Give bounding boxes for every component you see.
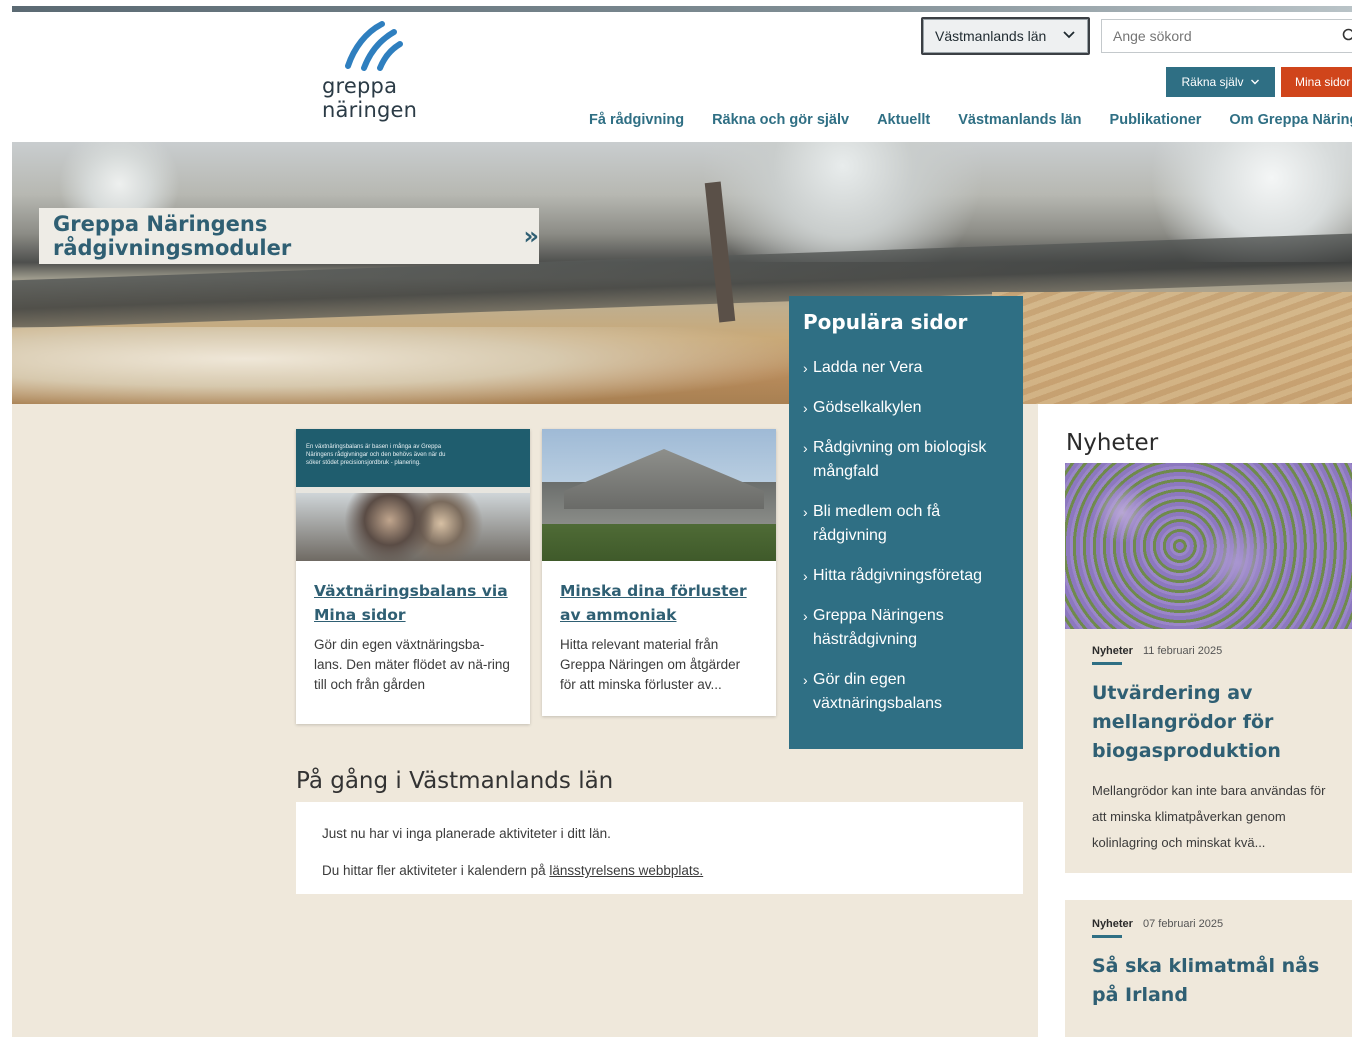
hero-modules-button[interactable]: Greppa Näringens rådgivningsmoduler »: [39, 208, 539, 264]
mina-sidor-label: Mina sidor: [1295, 75, 1351, 89]
card-title[interactable]: Minska dina förluster av ammoniak: [560, 579, 758, 627]
popular-pages-panel: Populära sidor › Ladda ner Vera › Gödselka…: [789, 296, 1023, 749]
popular-item[interactable]: › Ladda ner Vera: [803, 356, 1009, 380]
popular-item-label: Bli medlem och få rådgivning: [813, 503, 941, 544]
pagang-text-link-row: Du hittar fler aktiviteter i kalendern p…: [322, 863, 1023, 878]
card-image-caption: En växtnäringsbalans är basen i många av…: [306, 444, 446, 466]
nav-vastmanlands-lan[interactable]: Västmanlands län: [958, 112, 1081, 128]
news-date: 11 februari 2025: [1142, 645, 1223, 657]
rakna-sjalv-button[interactable]: Räkna själv: [1166, 67, 1275, 97]
arrow-right-icon: ›: [803, 568, 808, 584]
logo-text: greppa näringen: [322, 74, 418, 122]
arrow-right-icon: ›: [803, 504, 808, 520]
popular-item-label: Greppa Näringens hästrådgivning: [813, 607, 944, 648]
card-image-roof: [564, 449, 764, 509]
news-meta-bar: [1092, 935, 1122, 938]
news-item[interactable]: Nyheter 07 februari 2025 Så ska klimatmål…: [1065, 900, 1352, 1037]
county-select[interactable]: Västmanlands län: [921, 17, 1090, 55]
site-logo[interactable]: greppa näringen: [318, 18, 488, 122]
news-headline[interactable]: Utvärdering av mellangrödor för biogaspr…: [1092, 679, 1342, 766]
news-category: Nyheter: [1092, 645, 1133, 657]
card-image: En växtnäringsbalans är basen i många av…: [296, 429, 530, 561]
main-nav: Få rådgivning Räkna och gör själv Aktuel…: [589, 112, 1352, 128]
hero-image: [12, 142, 1352, 404]
logo-mark-icon: [345, 21, 403, 71]
hero-modules-label: Greppa Näringens rådgivningsmoduler: [53, 212, 292, 260]
card-title[interactable]: Växtnäringsbalans via Mina sidor: [314, 579, 512, 627]
arrow-right-icon: ›: [803, 400, 808, 416]
card-image: [542, 429, 776, 561]
news-meta: Nyheter 07 februari 2025: [1092, 918, 1352, 930]
chevron-down-icon: [1063, 31, 1075, 39]
search-icon[interactable]: [1342, 28, 1352, 44]
popular-item-label: Gödselkalkylen: [813, 399, 922, 416]
card-ammoniak[interactable]: Minska dina förluster av ammoniak Hitta …: [542, 429, 776, 716]
search-box[interactable]: [1101, 19, 1352, 53]
chevron-down-icon: [1250, 79, 1259, 85]
arrow-right-icon: ›: [803, 360, 808, 376]
card-image-people: [296, 493, 530, 561]
pagang-title: På gång i Västmanlands län: [296, 768, 614, 794]
lansstyrelsen-link[interactable]: länsstyrelsens webbplats.: [549, 863, 703, 878]
news-title: Nyheter: [1066, 430, 1159, 456]
hero-frost-grass: [12, 327, 792, 404]
pagang-text-prefix: Du hittar fler aktiviteter i kalendern p…: [322, 863, 550, 878]
news-image[interactable]: [1065, 463, 1352, 629]
news-category: Nyheter: [1092, 918, 1133, 930]
nav-aktuellt[interactable]: Aktuellt: [877, 112, 930, 128]
arrow-right-icon: ›: [803, 440, 808, 456]
popular-item[interactable]: › Gödselkalkylen: [803, 396, 1009, 420]
double-chevron-right-icon: »: [523, 222, 539, 250]
hero-stubble-field: [992, 292, 1352, 404]
popular-item-label: Hitta rådgivningsföretag: [813, 567, 982, 584]
county-select-value: Västmanlands län: [935, 28, 1047, 44]
nav-fa-radgivning[interactable]: Få rådgivning: [589, 112, 684, 128]
search-input[interactable]: [1113, 28, 1323, 44]
popular-item[interactable]: › Hitta rådgivningsföretag: [803, 564, 1009, 588]
pagang-text: Just nu har vi inga planerade aktivitete…: [322, 826, 611, 841]
news-meta: Nyheter 11 februari 2025: [1092, 645, 1352, 657]
popular-pages-title: Populära sidor: [803, 310, 968, 334]
popular-item-label: Gör din egen växtnäringsbalans: [813, 671, 942, 712]
rakna-sjalv-label: Räkna själv: [1181, 75, 1244, 89]
news-date: 07 februari 2025: [1142, 918, 1224, 930]
card-vaxtnaringsbalans[interactable]: En växtnäringsbalans är basen i många av…: [296, 429, 530, 724]
news-excerpt: Mellangrödor kan inte bara användas för …: [1092, 783, 1326, 850]
arrow-right-icon: ›: [803, 672, 808, 688]
nav-publikationer[interactable]: Publikationer: [1110, 112, 1202, 128]
news-item[interactable]: Nyheter 11 februari 2025 Utvärdering av m…: [1065, 629, 1352, 873]
popular-item[interactable]: › Greppa Näringens hästrådgivning: [803, 604, 1009, 652]
news-headline[interactable]: Så ska klimatmål nås på Irland: [1092, 952, 1342, 1010]
popular-item[interactable]: › Gör din egen växtnäringsbalans: [803, 668, 1009, 716]
popular-item[interactable]: › Bli medlem och få rådgivning: [803, 500, 1009, 548]
arrow-right-icon: ›: [803, 608, 808, 624]
card-text: Gör din egen växtnäringsba-lans. Den mät…: [314, 637, 510, 692]
pagang-box: Just nu har vi inga planerade aktivitete…: [296, 802, 1023, 894]
popular-item-label: Ladda ner Vera: [813, 359, 923, 376]
news-meta-bar: [1092, 662, 1122, 665]
nav-om-greppa-naringen[interactable]: Om Greppa Näringen: [1229, 112, 1352, 128]
popular-item-label: Rådgivning om biologisk mångfald: [813, 439, 987, 480]
top-accent-bar: [12, 6, 1352, 12]
popular-item[interactable]: › Rådgivning om biologisk mångfald: [803, 436, 1009, 484]
nav-rakna-och-gor-sjalv[interactable]: Räkna och gör själv: [712, 112, 849, 128]
card-text: Hitta relevant material från Greppa Näri…: [560, 637, 741, 692]
mina-sidor-button[interactable]: Mina sidor: [1281, 67, 1352, 97]
